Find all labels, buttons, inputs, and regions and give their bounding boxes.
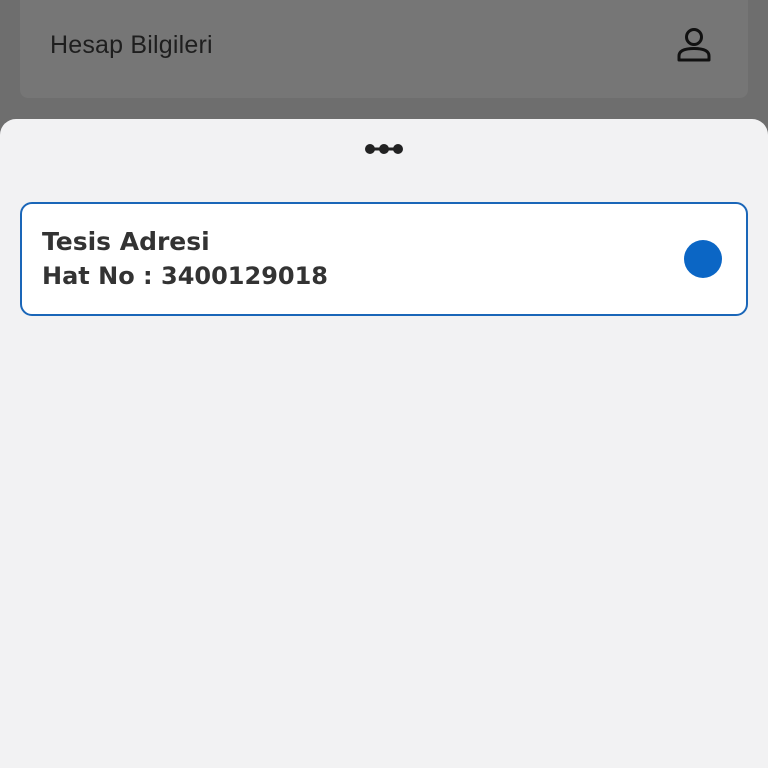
account-info-title: Hesap Bilgileri — [50, 30, 213, 59]
user-icon[interactable] — [674, 25, 714, 65]
selected-radio-icon[interactable] — [684, 240, 722, 278]
line-number: Hat No : 3400129018 — [42, 262, 328, 290]
address-title: Tesis Adresi — [42, 227, 210, 256]
screen: Hesap Bilgileri Tesis Adresi Hat No : 34… — [0, 0, 768, 768]
drag-handle-icon[interactable] — [364, 141, 404, 155]
address-option-card[interactable]: Tesis Adresi Hat No : 3400129018 — [20, 202, 748, 316]
account-info-header[interactable]: Hesap Bilgileri — [20, 0, 748, 98]
bottom-sheet: Tesis Adresi Hat No : 3400129018 — [0, 119, 768, 768]
